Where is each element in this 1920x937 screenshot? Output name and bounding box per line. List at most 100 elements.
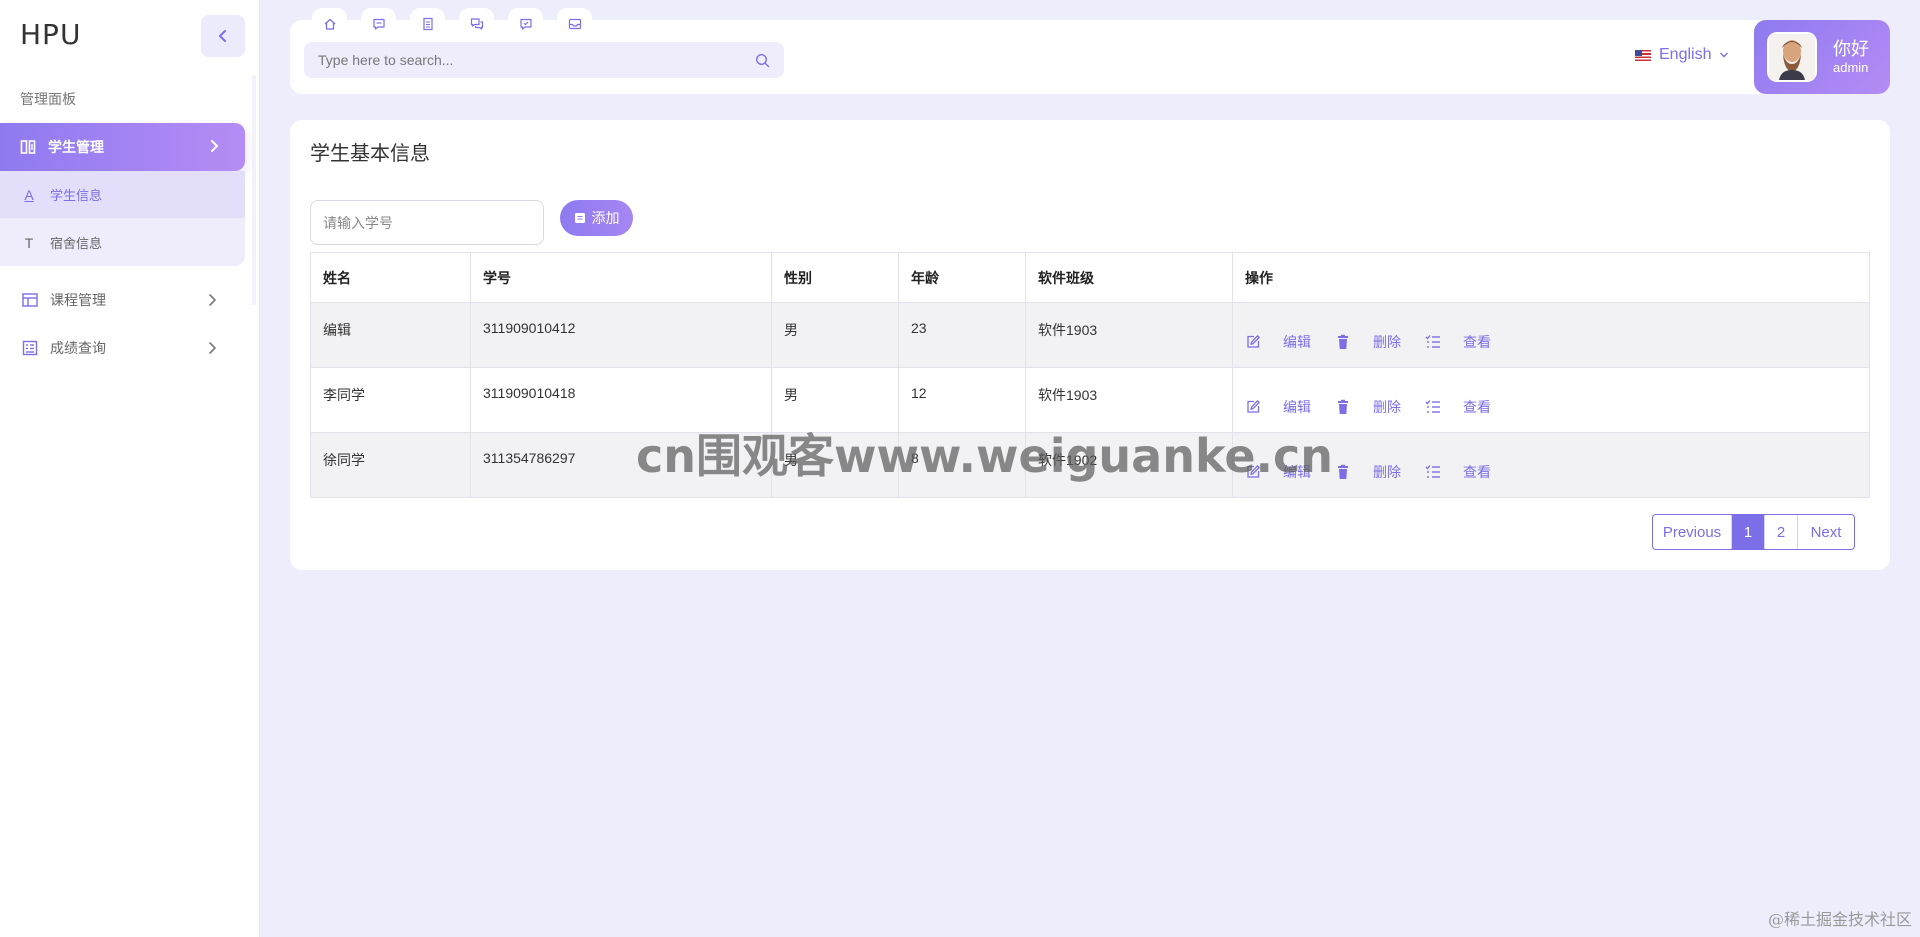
view-label: 查看 (1463, 399, 1491, 415)
menu-label: 课程管理 (50, 292, 106, 308)
language-selector[interactable]: English (1635, 46, 1729, 64)
message-icon (372, 18, 385, 30)
view-label: 查看 (1463, 464, 1491, 480)
username: admin (1833, 60, 1869, 75)
quick-icons-bar (312, 8, 592, 40)
search-bar (304, 42, 784, 78)
cell-actions: 编辑 删除 查看 (1232, 367, 1870, 433)
sidebar: HPU 管理面板 学生管理 A 学生信息 T 宿舍信息 课程管理 成绩查询 (0, 0, 260, 937)
edit-button[interactable]: 编辑 (1245, 462, 1311, 482)
edit-button[interactable]: 编辑 (1245, 332, 1311, 352)
chat-icon (470, 18, 483, 30)
search-icon[interactable] (755, 53, 770, 68)
cell-name: 徐同学 (310, 432, 471, 498)
cell-class: 软件1903 (1025, 302, 1233, 368)
quick-comment-button[interactable] (508, 8, 543, 40)
list-check-icon (1425, 399, 1441, 415)
brand-logo: HPU (20, 18, 82, 51)
edit-icon (1245, 334, 1261, 350)
quick-chat-button[interactable] (459, 8, 494, 40)
document-icon (422, 17, 433, 31)
table-icon (22, 293, 38, 307)
edit-icon (1245, 399, 1261, 415)
submenu-item-dorm-info[interactable]: T 宿舍信息 (0, 219, 245, 266)
pagination-next-button[interactable]: Next (1798, 515, 1854, 549)
chevron-right-icon (211, 140, 218, 152)
list-check-icon (1425, 464, 1441, 480)
pagination-page-2[interactable]: 2 (1765, 515, 1798, 549)
user-greeting: 你好 (1833, 39, 1869, 59)
edit-label: 编辑 (1283, 334, 1311, 350)
delete-label: 删除 (1373, 334, 1401, 350)
collapse-sidebar-button[interactable] (201, 15, 245, 57)
view-button[interactable]: 查看 (1425, 332, 1491, 352)
quick-document-button[interactable] (410, 8, 445, 40)
column-header-class: 软件班级 (1025, 252, 1233, 303)
table-header-row: 姓名 学号 性别 年龄 软件班级 操作 (310, 252, 1870, 303)
cell-actions: 编辑 删除 查看 (1232, 432, 1870, 498)
cell-student-id: 311354786297 (470, 432, 772, 498)
text-t-icon: T (24, 234, 34, 251)
student-id-input[interactable] (310, 200, 544, 245)
delete-button[interactable]: 删除 (1335, 332, 1401, 352)
chevron-right-icon (209, 294, 216, 306)
view-button[interactable]: 查看 (1425, 397, 1491, 417)
text-a-icon: A (24, 186, 34, 203)
delete-label: 删除 (1373, 464, 1401, 480)
user-avatar-icon (1769, 34, 1815, 80)
column-header-name: 姓名 (310, 252, 471, 303)
student-info-card: 学生基本信息 添加 姓名 学号 性别 年龄 软件班级 操作 编辑31190901… (290, 120, 1890, 570)
edit-button[interactable]: 编辑 (1245, 397, 1311, 417)
table-row: 李同学 311909010418 男 12 软件1903 编辑 删除 查看 (310, 367, 1870, 433)
home-icon (324, 18, 335, 30)
cell-name: 李同学 (310, 367, 471, 433)
view-button[interactable]: 查看 (1425, 462, 1491, 482)
quick-message-button[interactable] (361, 8, 396, 40)
edit-icon (1245, 464, 1261, 480)
column-header-actions: 操作 (1232, 252, 1870, 303)
column-header-id: 学号 (470, 252, 772, 303)
cell-age: 12 (898, 367, 1026, 433)
section-title: 管理面板 (20, 91, 76, 107)
search-input[interactable] (318, 52, 755, 68)
language-label: English (1659, 46, 1712, 63)
submenu: A 学生信息 T 宿舍信息 (0, 171, 245, 266)
list-check-icon (1425, 334, 1441, 350)
menu-item-grade-query[interactable]: 成绩查询 (0, 325, 245, 371)
columns-icon (20, 140, 36, 154)
menu-item-course-management[interactable]: 课程管理 (0, 277, 245, 323)
pagination-previous-button[interactable]: Previous (1653, 515, 1732, 549)
column-header-gender: 性别 (771, 252, 899, 303)
cell-student-id: 311909010418 (470, 367, 772, 433)
quick-inbox-button[interactable] (557, 8, 592, 40)
submenu-item-student-info[interactable]: A 学生信息 (0, 171, 245, 218)
calendar-list-icon (22, 340, 38, 356)
comment-icon (519, 18, 532, 30)
delete-label: 删除 (1373, 399, 1401, 415)
cell-name: 编辑 (310, 302, 471, 368)
column-header-age: 年龄 (898, 252, 1026, 303)
delete-button[interactable]: 删除 (1335, 397, 1401, 417)
chevron-right-icon (209, 342, 216, 354)
menu-item-student-management[interactable]: 学生管理 (0, 123, 245, 171)
view-label: 查看 (1463, 334, 1491, 350)
student-table: 姓名 学号 性别 年龄 软件班级 操作 编辑 311909010412 男 23 软件1… (310, 252, 1870, 498)
trash-icon (1335, 399, 1351, 415)
add-document-icon (574, 213, 585, 223)
menu-label: 成绩查询 (50, 340, 106, 356)
quick-home-button[interactable] (312, 8, 347, 40)
delete-button[interactable]: 删除 (1335, 462, 1401, 482)
cell-gender: 男 (771, 367, 899, 433)
page-title: 学生基本信息 (310, 143, 430, 165)
avatar (1767, 32, 1817, 82)
pagination-page-1[interactable]: 1 (1732, 515, 1765, 549)
trash-icon (1335, 464, 1351, 480)
inbox-icon (568, 18, 581, 30)
sidebar-scrollbar[interactable] (252, 75, 256, 305)
cell-gender: 男 (771, 302, 899, 368)
pagination: Previous 1 2 Next (1652, 514, 1855, 550)
add-button[interactable]: 添加 (560, 200, 633, 236)
submenu-label: 宿舍信息 (50, 236, 103, 251)
user-profile-card[interactable]: 你好 admin (1754, 20, 1890, 94)
edit-label: 编辑 (1283, 399, 1311, 415)
